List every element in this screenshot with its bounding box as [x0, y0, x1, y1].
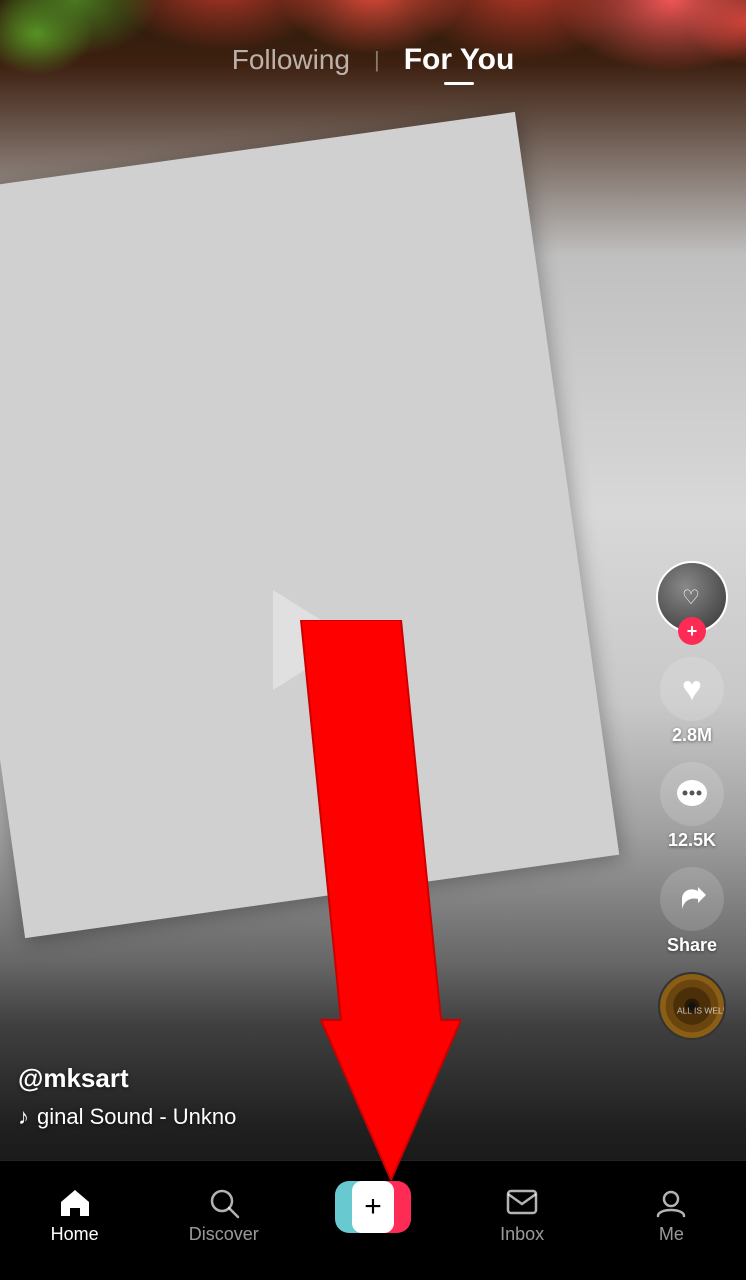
- top-navigation: Following | For You: [0, 0, 746, 100]
- creator-avatar-container[interactable]: ♡ +: [656, 561, 728, 633]
- like-count: 2.8M: [672, 725, 712, 746]
- share-icon: [674, 881, 710, 917]
- nav-inbox[interactable]: Inbox: [472, 1186, 572, 1245]
- share-label: Share: [667, 935, 717, 956]
- for-you-tab[interactable]: For You: [384, 33, 535, 87]
- heart-icon: ♥: [682, 670, 702, 709]
- comment-icon: [674, 776, 710, 812]
- comment-count: 12.5K: [668, 830, 716, 851]
- nav-home[interactable]: Home: [25, 1186, 125, 1245]
- inbox-icon: [505, 1186, 539, 1220]
- follow-plus-button[interactable]: +: [678, 617, 706, 645]
- create-white-center: +: [352, 1181, 394, 1233]
- nav-me[interactable]: Me: [621, 1186, 721, 1245]
- annotation-arrow: [241, 620, 461, 1180]
- nav-me-label: Me: [659, 1224, 684, 1245]
- discover-icon: [207, 1186, 241, 1220]
- nav-home-label: Home: [51, 1224, 99, 1245]
- disc-svg: ALL IS WELL: [660, 972, 724, 1040]
- avatar-decoration: ♡: [682, 585, 702, 610]
- music-disc[interactable]: ALL IS WELL: [658, 972, 726, 1040]
- nav-create[interactable]: +: [323, 1181, 423, 1233]
- music-note-icon: ♪: [18, 1104, 29, 1130]
- home-icon: [58, 1186, 92, 1220]
- nav-divider: |: [374, 47, 380, 73]
- disc-image: ALL IS WELL: [660, 974, 724, 1038]
- music-title: ginal Sound - Unkno: [37, 1104, 236, 1130]
- following-tab[interactable]: Following: [212, 34, 370, 86]
- create-plus-icon: +: [364, 1192, 382, 1222]
- like-button[interactable]: ♥ 2.8M: [660, 657, 724, 746]
- like-icon-circle: ♥: [660, 657, 724, 721]
- svg-text:ALL IS WELL: ALL IS WELL: [677, 1006, 724, 1016]
- create-button-inner: +: [335, 1181, 411, 1233]
- nav-inbox-label: Inbox: [500, 1224, 544, 1245]
- comment-button[interactable]: 12.5K: [660, 762, 724, 851]
- share-button[interactable]: Share: [660, 867, 724, 956]
- nav-discover[interactable]: Discover: [174, 1186, 274, 1245]
- comment-icon-circle: [660, 762, 724, 826]
- right-action-panel: ♡ + ♥ 2.8M 12.5K Shar: [656, 561, 728, 1040]
- nav-discover-label: Discover: [189, 1224, 259, 1245]
- share-icon-circle: [660, 867, 724, 931]
- profile-icon: [654, 1186, 688, 1220]
